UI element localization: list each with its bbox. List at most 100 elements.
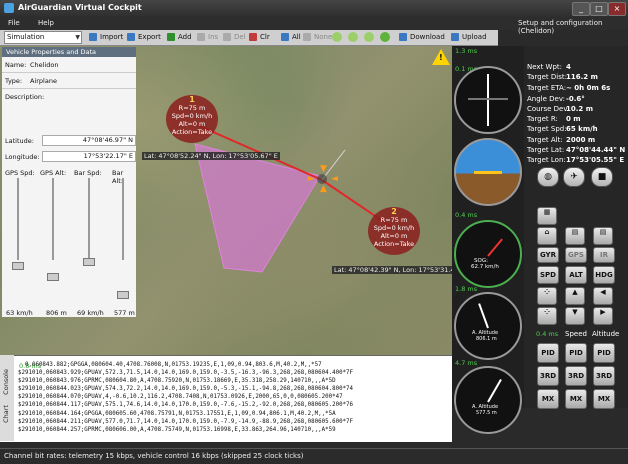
latitude-field[interactable]: 47°08'46.97" N — [42, 135, 136, 146]
import-icon — [89, 33, 97, 41]
menu-help[interactable]: Help — [38, 19, 54, 27]
bar-speed-slider[interactable] — [88, 178, 90, 260]
upload-button[interactable]: Upload — [450, 31, 487, 43]
grid2-button[interactable]: ⁘ — [537, 307, 557, 325]
console-line: 0,060843.882;GPGGA,080604.40,4708.76008,… — [18, 362, 322, 368]
baro-altitude-gauge: A. Altitude 577.5 m — [454, 366, 522, 434]
telemetry-value: 65 km/h — [566, 125, 598, 133]
gps-alt-value: 806 m — [46, 309, 67, 317]
cursor-coordinate: Lat: 47°08'52.24" N, Lon: 17°53'05.67" E — [142, 152, 280, 160]
arrow-right-icon — [364, 32, 374, 42]
waypoint-line: Spd=0 km/h — [171, 112, 213, 120]
waypoint-1[interactable]: 1 R=75 m Spd=0 km/h Alt=0 m Action=Take — [166, 95, 218, 143]
altitude-column-label: Altitude — [592, 330, 620, 338]
status-bar: Channel bit rates: telemetry 15 kbps, ve… — [0, 448, 628, 464]
attitude-indicator — [454, 138, 522, 206]
pid-button-3[interactable]: PID — [593, 343, 615, 363]
left-button[interactable]: ◀ — [593, 287, 613, 305]
mx-button-2[interactable]: MX — [565, 389, 587, 409]
download-button[interactable]: Download — [398, 31, 445, 43]
home-button[interactable]: ⌂ — [537, 227, 557, 245]
tab-console[interactable]: Console — [2, 369, 10, 395]
close-icon[interactable]: × — [608, 2, 626, 16]
all-button[interactable]: All — [280, 31, 301, 43]
latency-label: 4.7 ms — [455, 359, 478, 367]
alt-button[interactable]: ALT — [565, 266, 587, 284]
globe-button[interactable]: ◍ — [537, 167, 559, 187]
none-button[interactable]: None — [302, 31, 332, 43]
grid-button[interactable]: ⁘ — [537, 287, 557, 305]
telemetry-label: Target ETA: — [527, 84, 567, 92]
vehicle2-button[interactable]: ▤ — [593, 227, 613, 245]
mode-select[interactable]: Simulation ▼ — [4, 31, 82, 44]
telemetry-label: Target Spd: — [527, 125, 567, 133]
console-line: $291010,060843.929;GPUAV,572.3,71.5,14.0… — [18, 370, 354, 377]
hdg-button[interactable]: HDG — [593, 266, 615, 284]
latency-label: 1.3 ms — [455, 47, 478, 55]
del-button[interactable]: Del — [222, 31, 246, 43]
import-button[interactable]: Import — [88, 31, 123, 43]
add-button[interactable]: Add — [166, 31, 192, 43]
grid-icon: ⁘ — [544, 308, 550, 316]
mx-button-3[interactable]: MX — [593, 389, 615, 409]
gps-alt-slider[interactable] — [52, 178, 54, 260]
up-button[interactable]: ▲ — [565, 287, 585, 305]
bar-speed-label: Bar Spd: — [74, 169, 102, 177]
export-icon — [127, 33, 135, 41]
telemetry-label: Next Wpt: — [527, 63, 562, 71]
longitude-field[interactable]: 17°53'22.17" E — [42, 151, 136, 162]
gps-button[interactable]: GPS — [565, 247, 587, 263]
waypoint-2[interactable]: 2 R=75 m Spd=0 km/h Alt=0 m Action=Take — [368, 207, 420, 255]
camera-icon: ■ — [597, 172, 607, 182]
menu-file[interactable]: File — [8, 19, 20, 27]
airplane-button[interactable]: ✈ — [563, 167, 585, 187]
mx-button-1[interactable]: MX — [537, 389, 559, 409]
console-tabs: Console Chart — [0, 355, 14, 441]
vehicle-panel: Vehicle Properties and Data Name: Chelid… — [2, 47, 136, 317]
pid-button-1[interactable]: PID — [537, 343, 559, 363]
telemetry-value: 4 — [566, 63, 571, 71]
title-bar: AirGuardian Virtual Cockpit _ □ × — [0, 0, 628, 17]
maximize-icon[interactable]: □ — [590, 2, 608, 16]
ins-button[interactable]: Ins — [196, 31, 218, 43]
right-button[interactable]: ▶ — [593, 307, 613, 325]
vehicle-button[interactable]: ▤ — [565, 227, 585, 245]
vehicle-name: Chelidon — [30, 61, 59, 69]
ir-button[interactable]: IR — [593, 247, 615, 263]
bar-alt-slider[interactable] — [122, 178, 124, 260]
download-icon — [399, 33, 407, 41]
road-icon: ▦ — [543, 208, 551, 216]
bar-speed-slider-handle[interactable] — [83, 258, 95, 266]
camera-button[interactable]: ■ — [591, 167, 613, 187]
gps-speed-slider[interactable] — [17, 178, 19, 260]
console-line: $291010,060843.976;GPRMC,080604.80,A,470… — [18, 378, 336, 385]
aircraft-icon[interactable]: ▼ ▲ ► ◄ — [307, 164, 338, 194]
setup-link[interactable]: Setup and configuration (Chelidon) — [518, 19, 628, 35]
waypoint-line: Alt=0 m — [178, 120, 206, 128]
tab-chart[interactable]: Chart — [2, 405, 10, 423]
3rd-button-1[interactable]: 3RD — [537, 366, 559, 386]
delete-icon — [223, 33, 231, 41]
gps-alt-slider-handle[interactable] — [47, 273, 59, 281]
spd-button[interactable]: SPD — [537, 266, 559, 284]
minimize-icon[interactable]: _ — [572, 2, 590, 16]
speed-column-label: Speed — [565, 330, 587, 338]
down-button[interactable]: ▼ — [565, 307, 585, 325]
road-button[interactable]: ▦ — [537, 207, 557, 225]
airplane-icon: ✈ — [570, 172, 578, 182]
export-button[interactable]: Export — [126, 31, 161, 43]
3rd-button-3[interactable]: 3RD — [593, 366, 615, 386]
pid-button-2[interactable]: PID — [565, 343, 587, 363]
telemetry-value: 10.2 m — [566, 105, 594, 113]
vehicle-panel-header: Vehicle Properties and Data — [2, 47, 136, 57]
clr-button[interactable]: Clr — [248, 31, 270, 43]
vehicle-type: Airplane — [30, 77, 57, 85]
bar-alt-slider-handle[interactable] — [117, 291, 129, 299]
aircraft-symbol — [474, 171, 502, 174]
3rd-button-2[interactable]: 3RD — [565, 366, 587, 386]
telemetry-label: Course Dev: — [527, 105, 570, 113]
gps-speed-slider-handle[interactable] — [12, 262, 24, 270]
telemetry-value: 47°08'44.44" N — [566, 146, 626, 154]
globe-icon: ◍ — [544, 172, 552, 182]
gyr-button[interactable]: GYR — [537, 247, 559, 263]
